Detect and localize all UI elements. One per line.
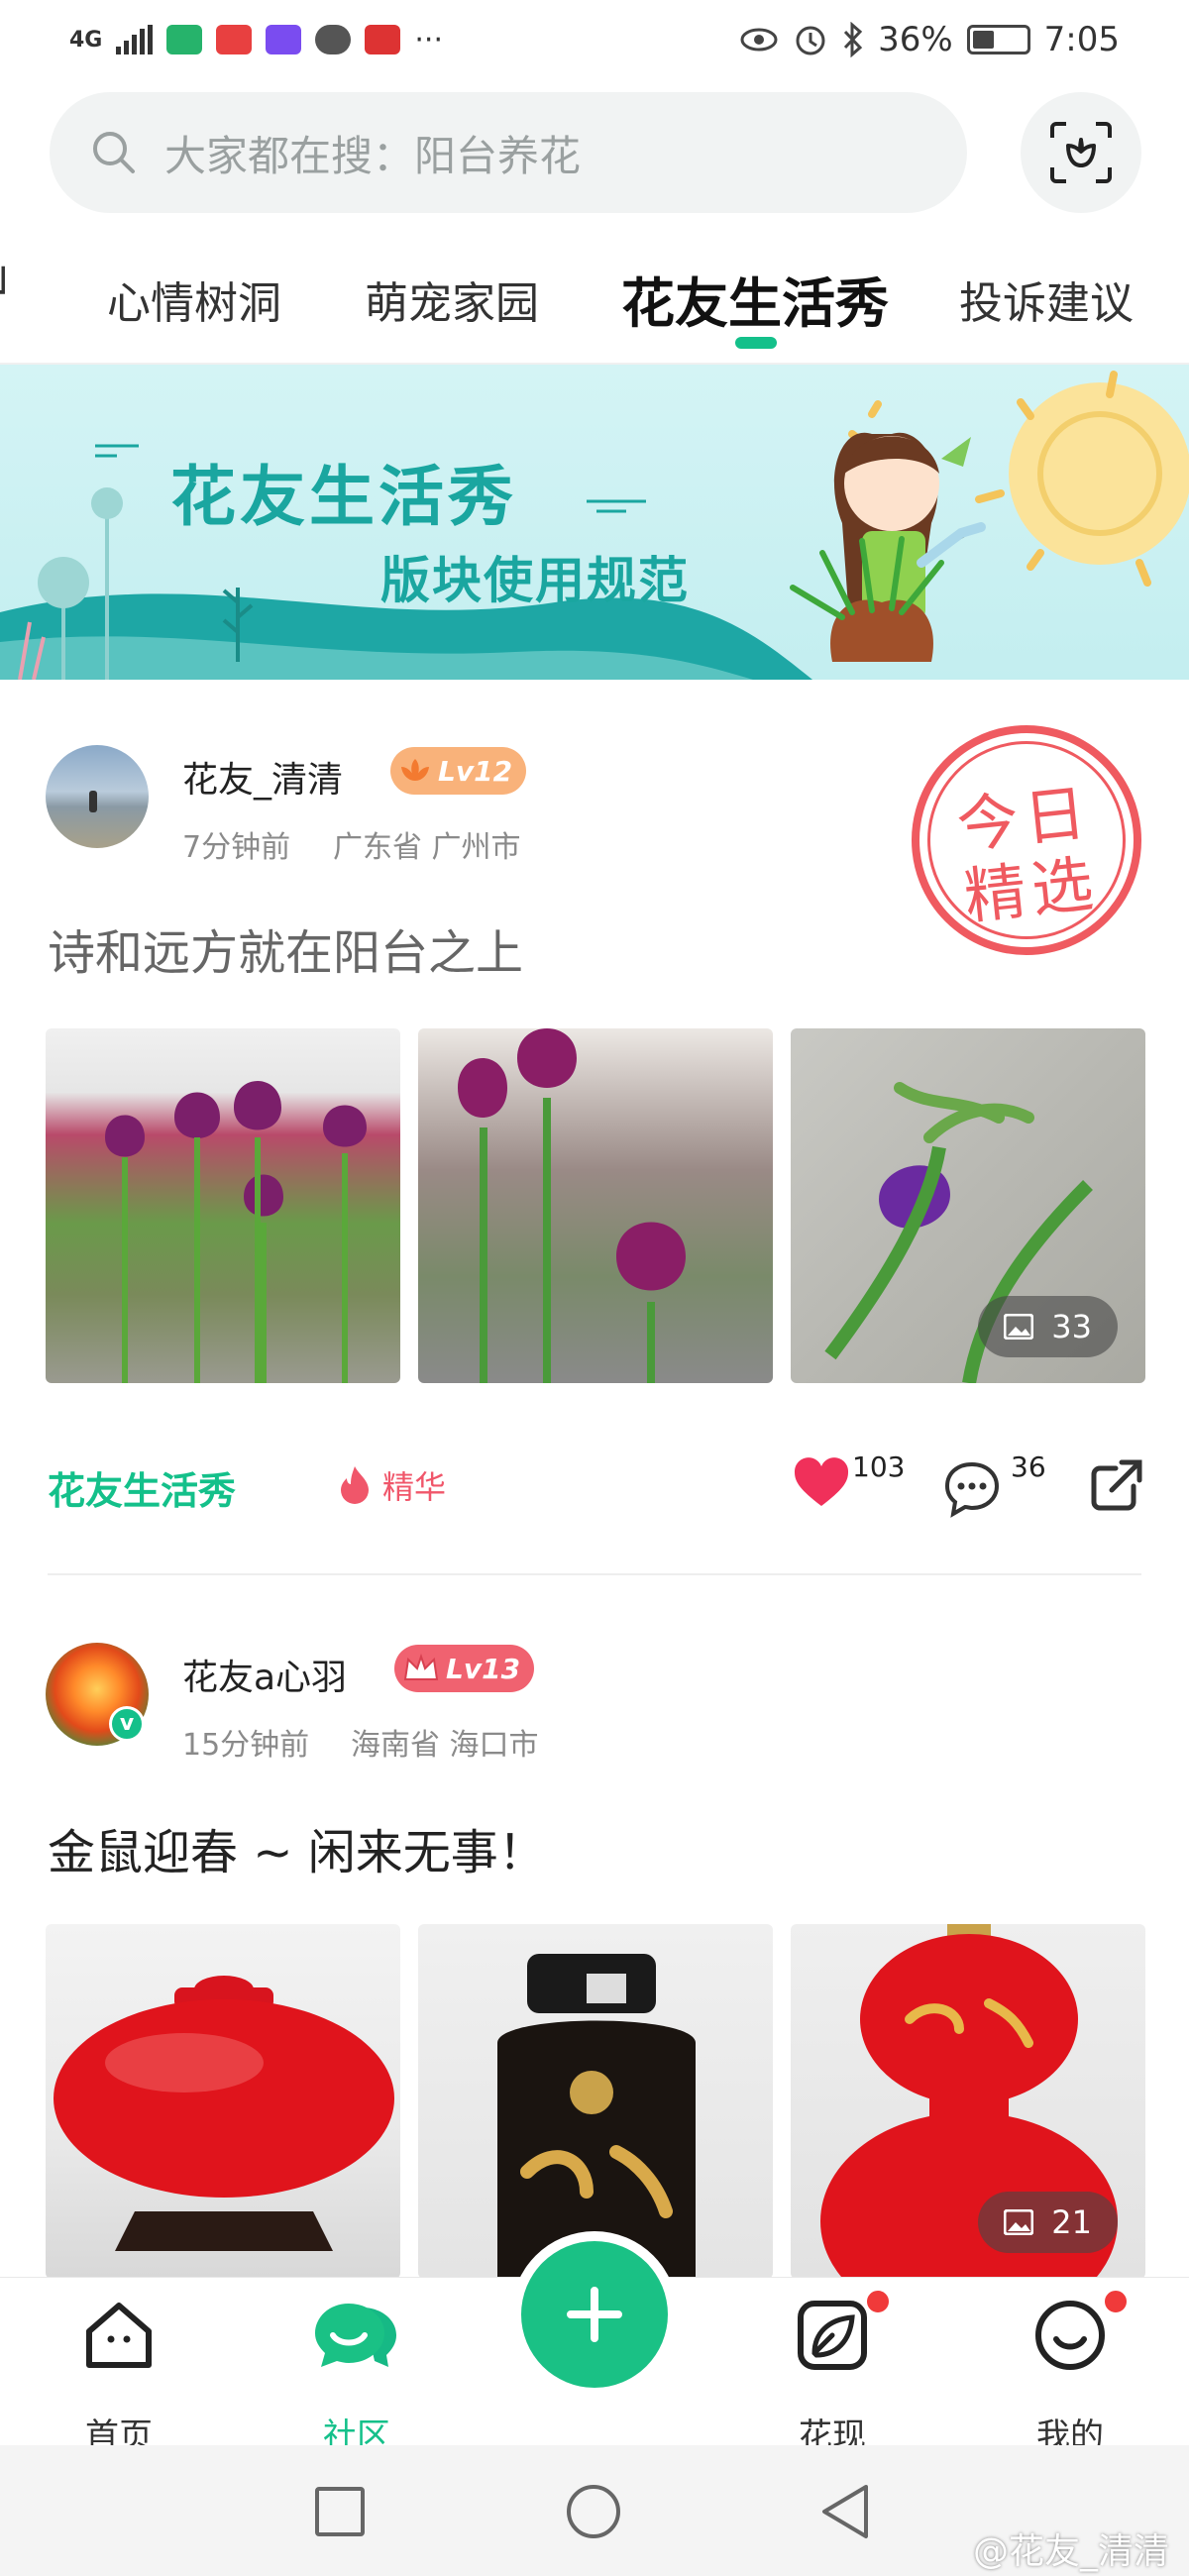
crown-icon	[403, 1654, 439, 1680]
black-bottle-illustration	[497, 1954, 696, 2279]
scan-flower-button[interactable]	[1021, 92, 1141, 213]
featured-stamp: 今日 精选	[900, 713, 1153, 967]
status-left: 4G ···	[69, 23, 443, 57]
back-icon[interactable]	[818, 2483, 872, 2540]
watermark: @花友_清清	[972, 2531, 1169, 2572]
comment-count: 36	[1011, 1450, 1046, 1483]
level-text: Lv13	[446, 1652, 521, 1685]
level-badge: Lv13	[394, 1645, 535, 1692]
like-button[interactable]: 103	[793, 1450, 906, 1510]
home-icon	[86, 2303, 152, 2368]
lotus-icon	[401, 759, 429, 781]
photo-count: 33	[978, 1296, 1118, 1357]
tab-mood[interactable]: 心情树洞	[107, 268, 281, 331]
post-location: 广东省 广州市	[333, 830, 521, 865]
search-icon	[93, 132, 135, 173]
share-icon[interactable]	[1088, 1456, 1145, 1514]
post-text[interactable]: 金鼠迎春 ~ 闲来无事！	[48, 1813, 546, 1882]
smiley-profile-icon	[1035, 2301, 1105, 2370]
app-notification-icon	[166, 25, 203, 54]
banner-title: 花友生活秀	[170, 459, 517, 535]
username[interactable]: 花友_清清	[182, 751, 343, 803]
image-icon	[1004, 2209, 1034, 2235]
tab-pets[interactable]: 萌宠家园	[365, 268, 539, 331]
signal-icon	[116, 25, 154, 54]
photo-count-text: 21	[1051, 2203, 1092, 2241]
status-bar: 4G ··· 36% 7:05	[0, 0, 1189, 79]
video-app-icon	[266, 25, 302, 54]
network-label: 4G	[69, 27, 103, 53]
sports-app-icon	[365, 25, 401, 54]
banner-subtitle: 版块使用规范	[380, 552, 690, 609]
post-card[interactable]: v 花友a心羽 Lv13 15分钟前 海南省 海口市 金鼠迎春 ~ 闲来无事！	[0, 1577, 1189, 2279]
search-placeholder: 大家都在搜：阳台养花	[164, 131, 582, 180]
notification-dot	[1102, 2288, 1130, 2315]
level-text: Lv12	[438, 754, 513, 788]
essence-tag[interactable]: 精华	[337, 1462, 446, 1508]
post-photo[interactable]	[418, 1924, 773, 2279]
leaf-discover-icon	[798, 2301, 867, 2370]
status-right: 36% 7:05	[739, 20, 1120, 59]
recent-apps-icon[interactable]	[313, 2485, 367, 2538]
tulip-illustration	[105, 1081, 367, 1383]
category-tabs: ┘ 心情树洞 萌宠家园 花友生活秀 投诉建议	[0, 248, 1189, 347]
heart-icon	[794, 1457, 849, 1506]
post-photo[interactable]: 33	[791, 1028, 1145, 1383]
community-icon	[315, 2304, 396, 2367]
nav-mine[interactable]: 我的	[1001, 2298, 1139, 2456]
tulip-illustration	[458, 1028, 686, 1383]
photo-count: 21	[978, 2192, 1118, 2253]
scan-flower-icon	[1050, 122, 1112, 183]
plus-icon	[567, 2287, 622, 2342]
battery-percent: 36%	[878, 20, 953, 59]
search-bar[interactable]: 大家都在搜：阳台养花	[50, 92, 967, 213]
post-divider	[48, 1573, 1141, 1575]
post-location: 海南省 海口市	[351, 1728, 539, 1763]
tab-partial[interactable]: ┘	[0, 268, 17, 318]
nav-community[interactable]: 社区	[287, 2298, 426, 2456]
bluetooth-icon	[843, 22, 863, 57]
tab-feedback[interactable]: 投诉建议	[959, 268, 1134, 331]
post-card[interactable]: 花友_清清 Lv12 7分钟前 广东省 广州市 今日 精选 诗和远方就在阳台之上…	[0, 680, 1189, 1577]
avatar[interactable]	[46, 745, 149, 848]
essence-label: 精华	[382, 1468, 447, 1506]
tab-life-show[interactable]: 花友生活秀	[621, 260, 889, 338]
notification-dot	[864, 2288, 892, 2315]
create-post-button[interactable]	[521, 2241, 668, 2388]
post-photo[interactable]: 21	[791, 1924, 1145, 2279]
flame-icon	[341, 1466, 369, 1504]
battery-icon	[966, 25, 1030, 54]
toutiao-icon	[216, 25, 253, 54]
verified-icon: v	[109, 1706, 145, 1742]
eye-icon	[740, 28, 778, 52]
post-time: 7分钟前	[182, 830, 291, 865]
red-jar-illustration	[54, 1976, 394, 2251]
nav-discover[interactable]: 花现	[763, 2298, 902, 2456]
wechat-icon	[315, 25, 352, 54]
image-icon	[1004, 1314, 1034, 1340]
home-circle-icon[interactable]	[565, 2483, 622, 2540]
post-photo[interactable]	[46, 1028, 400, 1383]
topic-link[interactable]: 花友生活秀	[48, 1460, 236, 1515]
username[interactable]: 花友a心羽	[182, 1649, 347, 1700]
like-count: 103	[852, 1450, 906, 1483]
post-photo[interactable]	[418, 1028, 773, 1383]
alarm-icon	[796, 26, 825, 55]
banner[interactable]: 花友生活秀 版块使用规范	[0, 365, 1189, 680]
post-photo[interactable]	[46, 1924, 400, 2279]
post-text[interactable]: 诗和远方就在阳台之上	[48, 913, 523, 983]
comment-icon	[944, 1461, 1000, 1518]
nav-home[interactable]: 首页	[50, 2298, 188, 2456]
post-time: 15分钟前	[182, 1728, 310, 1763]
level-badge: Lv12	[390, 747, 527, 795]
photo-count-text: 33	[1051, 1308, 1092, 1345]
comment-button[interactable]: 36	[943, 1450, 1046, 1518]
more-notifications: ···	[414, 22, 443, 57]
clock: 7:05	[1043, 20, 1120, 59]
active-tab-indicator	[735, 337, 777, 349]
